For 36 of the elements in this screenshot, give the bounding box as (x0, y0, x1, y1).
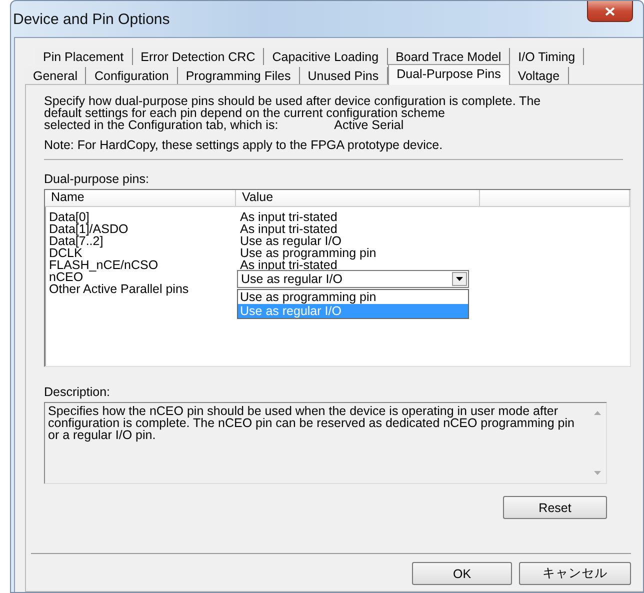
window-title: Device and Pin Options (13, 10, 170, 28)
description-text: Specifies how the nCEO pin should be used when the device is operating in user mode after configuration is complete. The nCEO pin can be reserved as dedicated nCEO programming pin or a regular I/O pin. (47, 403, 576, 444)
intro-text: default settings for each pin depend on the current configuration scheme (44, 107, 445, 119)
close-button[interactable] (587, 1, 633, 22)
reset-button[interactable]: Reset (503, 496, 607, 519)
note-text: Note: For HardCopy, these settings apply to the FPGA prototype device. (44, 138, 444, 152)
pin-value: Use as programming pin (239, 247, 378, 259)
tab[interactable]: Dual-Purpose Pins (388, 64, 510, 85)
tab[interactable]: Error Detection CRC (132, 48, 264, 65)
scroll-up-icon[interactable] (594, 411, 601, 415)
close-icon (605, 6, 615, 16)
dialog-button[interactable]: キャンセル (519, 562, 631, 585)
scroll-down-icon[interactable] (594, 471, 601, 475)
intro-text: Specify how dual-purpose pins should be used after device configuration is complete. The (44, 95, 541, 107)
dropdown-arrow-icon (456, 277, 463, 281)
pin-name: Other Active Parallel pins (48, 283, 190, 295)
tab[interactable]: Board Trace Model (388, 48, 510, 65)
intro-text: selected in the Configuration tab, which is: (44, 119, 278, 131)
pin-name: Data[1]/ASDO (48, 223, 130, 235)
dialog-button[interactable]: OK (412, 562, 512, 585)
pin-name: FLASH_nCE/nCSO (48, 259, 160, 271)
value-dropdown[interactable]: Use as regular I/O (237, 270, 469, 288)
tab[interactable]: Unused Pins (300, 67, 388, 84)
column-header[interactable]: Name (45, 190, 236, 207)
description-label: Description: (44, 385, 111, 399)
pin-value: As input tri-stated (239, 259, 338, 271)
pin-value: As input tri-stated (239, 223, 338, 235)
pin-name: Data[7..2] (48, 235, 104, 247)
pin-name: DCLK (48, 247, 82, 259)
list-label: Dual-purpose pins: (44, 172, 150, 186)
column-header[interactable]: Value (236, 190, 480, 207)
pin-value: As input tri-stated (239, 211, 338, 223)
pin-name: nCEO (48, 271, 84, 283)
pin-value: Use as regular I/O (239, 235, 342, 247)
scheme-value: Active Serial (334, 119, 404, 131)
pin-name: Data[0] (48, 211, 90, 223)
